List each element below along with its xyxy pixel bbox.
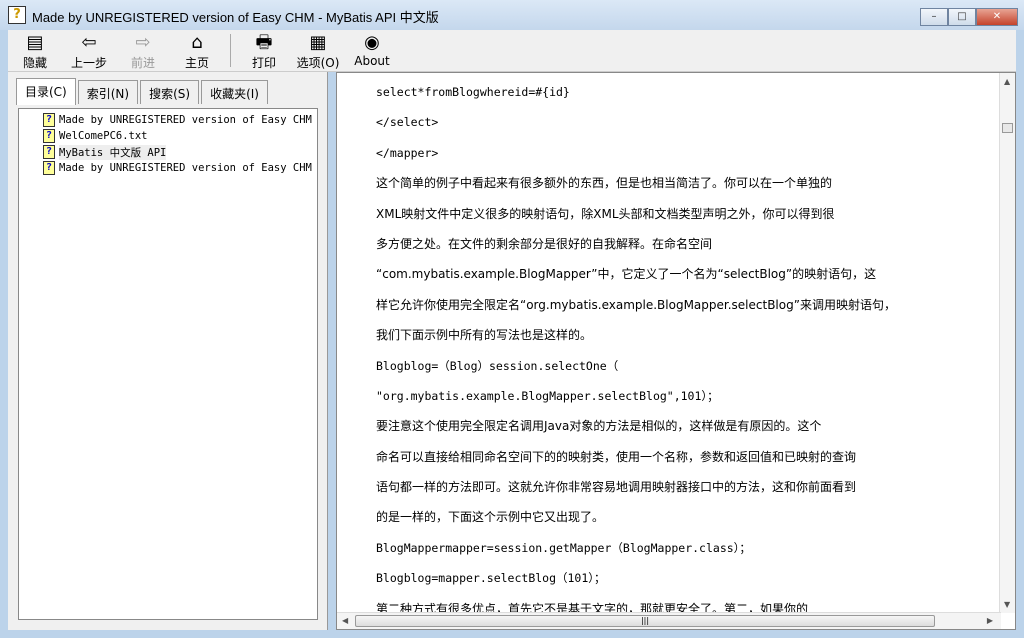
printer-icon: 🖶 — [255, 32, 273, 53]
scroll-thumb[interactable] — [1002, 123, 1013, 133]
document-body: select*fromBlogwhereid=#{id} </select> </m… — [337, 73, 1001, 613]
toolbar-button-options[interactable]: ▦ 选项(O) — [291, 30, 345, 71]
code-line: select*fromBlogwhereid=#{id} — [376, 85, 570, 99]
minimize-button[interactable]: – — [920, 8, 948, 26]
back-arrow-icon: ⇦ — [81, 32, 97, 53]
toolbar-button-about[interactable]: ◉ About — [345, 30, 399, 71]
help-page-icon: ? — [43, 161, 55, 175]
vertical-scrollbar[interactable]: ▲ ▼ — [999, 73, 1015, 613]
content-pane: select*fromBlogwhereid=#{id} </select> </m… — [336, 72, 1016, 630]
code-line: </mapper> — [376, 145, 439, 160]
tree-item[interactable]: ? MyBatis 中文版 API — [19, 144, 317, 160]
maximize-button[interactable]: □ — [948, 8, 976, 26]
scroll-left-icon[interactable]: ◀ — [342, 616, 348, 625]
text-line: 要注意这个使用完全限定名调用Java对象的方法是相似的，这样做是有原因的。这个 — [376, 419, 822, 434]
forward-arrow-icon: ⇨ — [135, 32, 151, 53]
toolbar-button-home[interactable]: ⌂ 主页 — [170, 30, 224, 71]
toolbar-button-label: 上一步 — [70, 56, 107, 70]
code-line: "org.mybatis.example.BlogMapper.selectBl… — [376, 388, 719, 403]
text-line: 样它允许你使用完全限定名“org.mybatis.example.BlogMap… — [376, 297, 896, 312]
tab-search[interactable]: 搜索(S) — [140, 80, 200, 104]
tree-item-label: MyBatis 中文版 API — [59, 144, 167, 160]
scroll-down-icon[interactable]: ▼ — [1004, 600, 1010, 609]
code-line: </select> — [376, 115, 439, 130]
tree-item[interactable]: ? WelComePC6.txt — [19, 128, 317, 144]
horizontal-scroll-thumb[interactable]: ||| — [355, 615, 935, 627]
tree-item[interactable]: ? Made by UNREGISTERED version of Easy CH… — [19, 160, 317, 176]
text-line: 我们下面示例中所有的写法也是这样的。 — [376, 328, 593, 343]
text-line: 的是一样的，下面这个示例中它又出现了。 — [376, 510, 605, 525]
chm-app-icon: ? — [8, 6, 26, 24]
tab-favorites[interactable]: 收藏夹(I) — [201, 80, 268, 104]
toolbar-button-label: About — [354, 54, 390, 68]
toolbar-button-back-arrow[interactable]: ⇦ 上一步 — [62, 30, 116, 71]
tab-contents[interactable]: 目录(C) — [16, 78, 76, 105]
navigation-pane: 目录(C) 索引(N) 搜索(S) 收藏夹(I) ? Made by UNREGISTE… — [8, 72, 328, 630]
text-line: 这个简单的例子中看起来有很多额外的东西，但是也相当简洁了。你可以在一个单独的 — [376, 176, 833, 191]
text-line: 第二种方式有很多优点，首先它不是基于文字的，那就更安全了。第二，如果你的 — [376, 601, 809, 613]
tree-item-label: WelComePC6.txt — [59, 130, 148, 142]
toolbar-separator — [230, 34, 231, 67]
toolbar: ▤ 隐藏 ⇦ 上一步 ⇨ 前进 ⌂ 主页 🖶 打印 ▦ 选项(O) ◉ About — [8, 30, 1016, 72]
help-page-icon: ? — [43, 129, 55, 143]
help-page-icon: ? — [43, 113, 55, 127]
scroll-right-icon[interactable]: ▶ — [987, 616, 993, 625]
tab-index[interactable]: 索引(N) — [77, 80, 139, 104]
toolbar-button-hide[interactable]: ▤ 隐藏 — [8, 30, 62, 71]
text-line: XML映射文件中定义很多的映射语句，除XML头部和文档类型声明之外，你可以得到很 — [376, 206, 835, 221]
tree-item[interactable]: ? Made by UNREGISTERED version of Easy CH… — [19, 112, 317, 128]
text-line: 命名可以直接给相同命名空间下的的映射类，使用一个名称，参数和返回值和已映射的查询 — [376, 449, 857, 464]
window-title: Made by UNREGISTERED version of Easy CHM… — [32, 10, 439, 25]
contents-tree[interactable]: ? Made by UNREGISTERED version of Easy CH… — [18, 108, 318, 620]
toolbar-button-label: 隐藏 — [22, 56, 47, 70]
toolbar-button-label: 打印 — [251, 56, 276, 70]
toolbar-button-printer[interactable]: 🖶 打印 — [237, 30, 291, 71]
title-bar: ? Made by UNREGISTERED version of Easy C… — [0, 0, 1024, 30]
toolbar-button-label: 主页 — [184, 56, 209, 70]
about-icon: ◉ — [364, 32, 380, 53]
scroll-up-icon[interactable]: ▲ — [1004, 77, 1010, 86]
home-icon: ⌂ — [191, 32, 203, 53]
tree-item-label: Made by UNREGISTERED version of Easy CHM… — [59, 162, 317, 174]
horizontal-scrollbar[interactable]: ◀ ||| ▶ — [337, 612, 1001, 629]
toolbar-button-label: 选项(O) — [296, 56, 340, 70]
hide-icon: ▤ — [26, 32, 44, 53]
text-line: 多方便之处。在文件的剩余部分是很好的自我解释。在命名空间 — [376, 236, 713, 251]
tree-item-label: Made by UNREGISTERED version of Easy CHM… — [59, 114, 317, 126]
close-button[interactable]: ✕ — [976, 8, 1018, 26]
text-line: “com.mybatis.example.BlogMapper”中，它定义了一个… — [376, 267, 877, 282]
code-line: Blogblog=（Blog）session.selectOne（ — [376, 358, 619, 373]
text-line: 语句都一样的方法即可。这就允许你非常容易地调用映射器接口中的方法，这和你前面看到 — [376, 480, 857, 495]
toolbar-button-label: 前进 — [130, 56, 155, 70]
code-line: Blogblog=mapper.selectBlog（101）； — [376, 571, 606, 586]
toolbar-button-forward-arrow[interactable]: ⇨ 前进 — [116, 30, 170, 71]
options-icon: ▦ — [309, 32, 327, 53]
code-line: BlogMappermapper=session.getMapper（BlogM… — [376, 540, 751, 555]
help-page-icon: ? — [43, 145, 55, 159]
